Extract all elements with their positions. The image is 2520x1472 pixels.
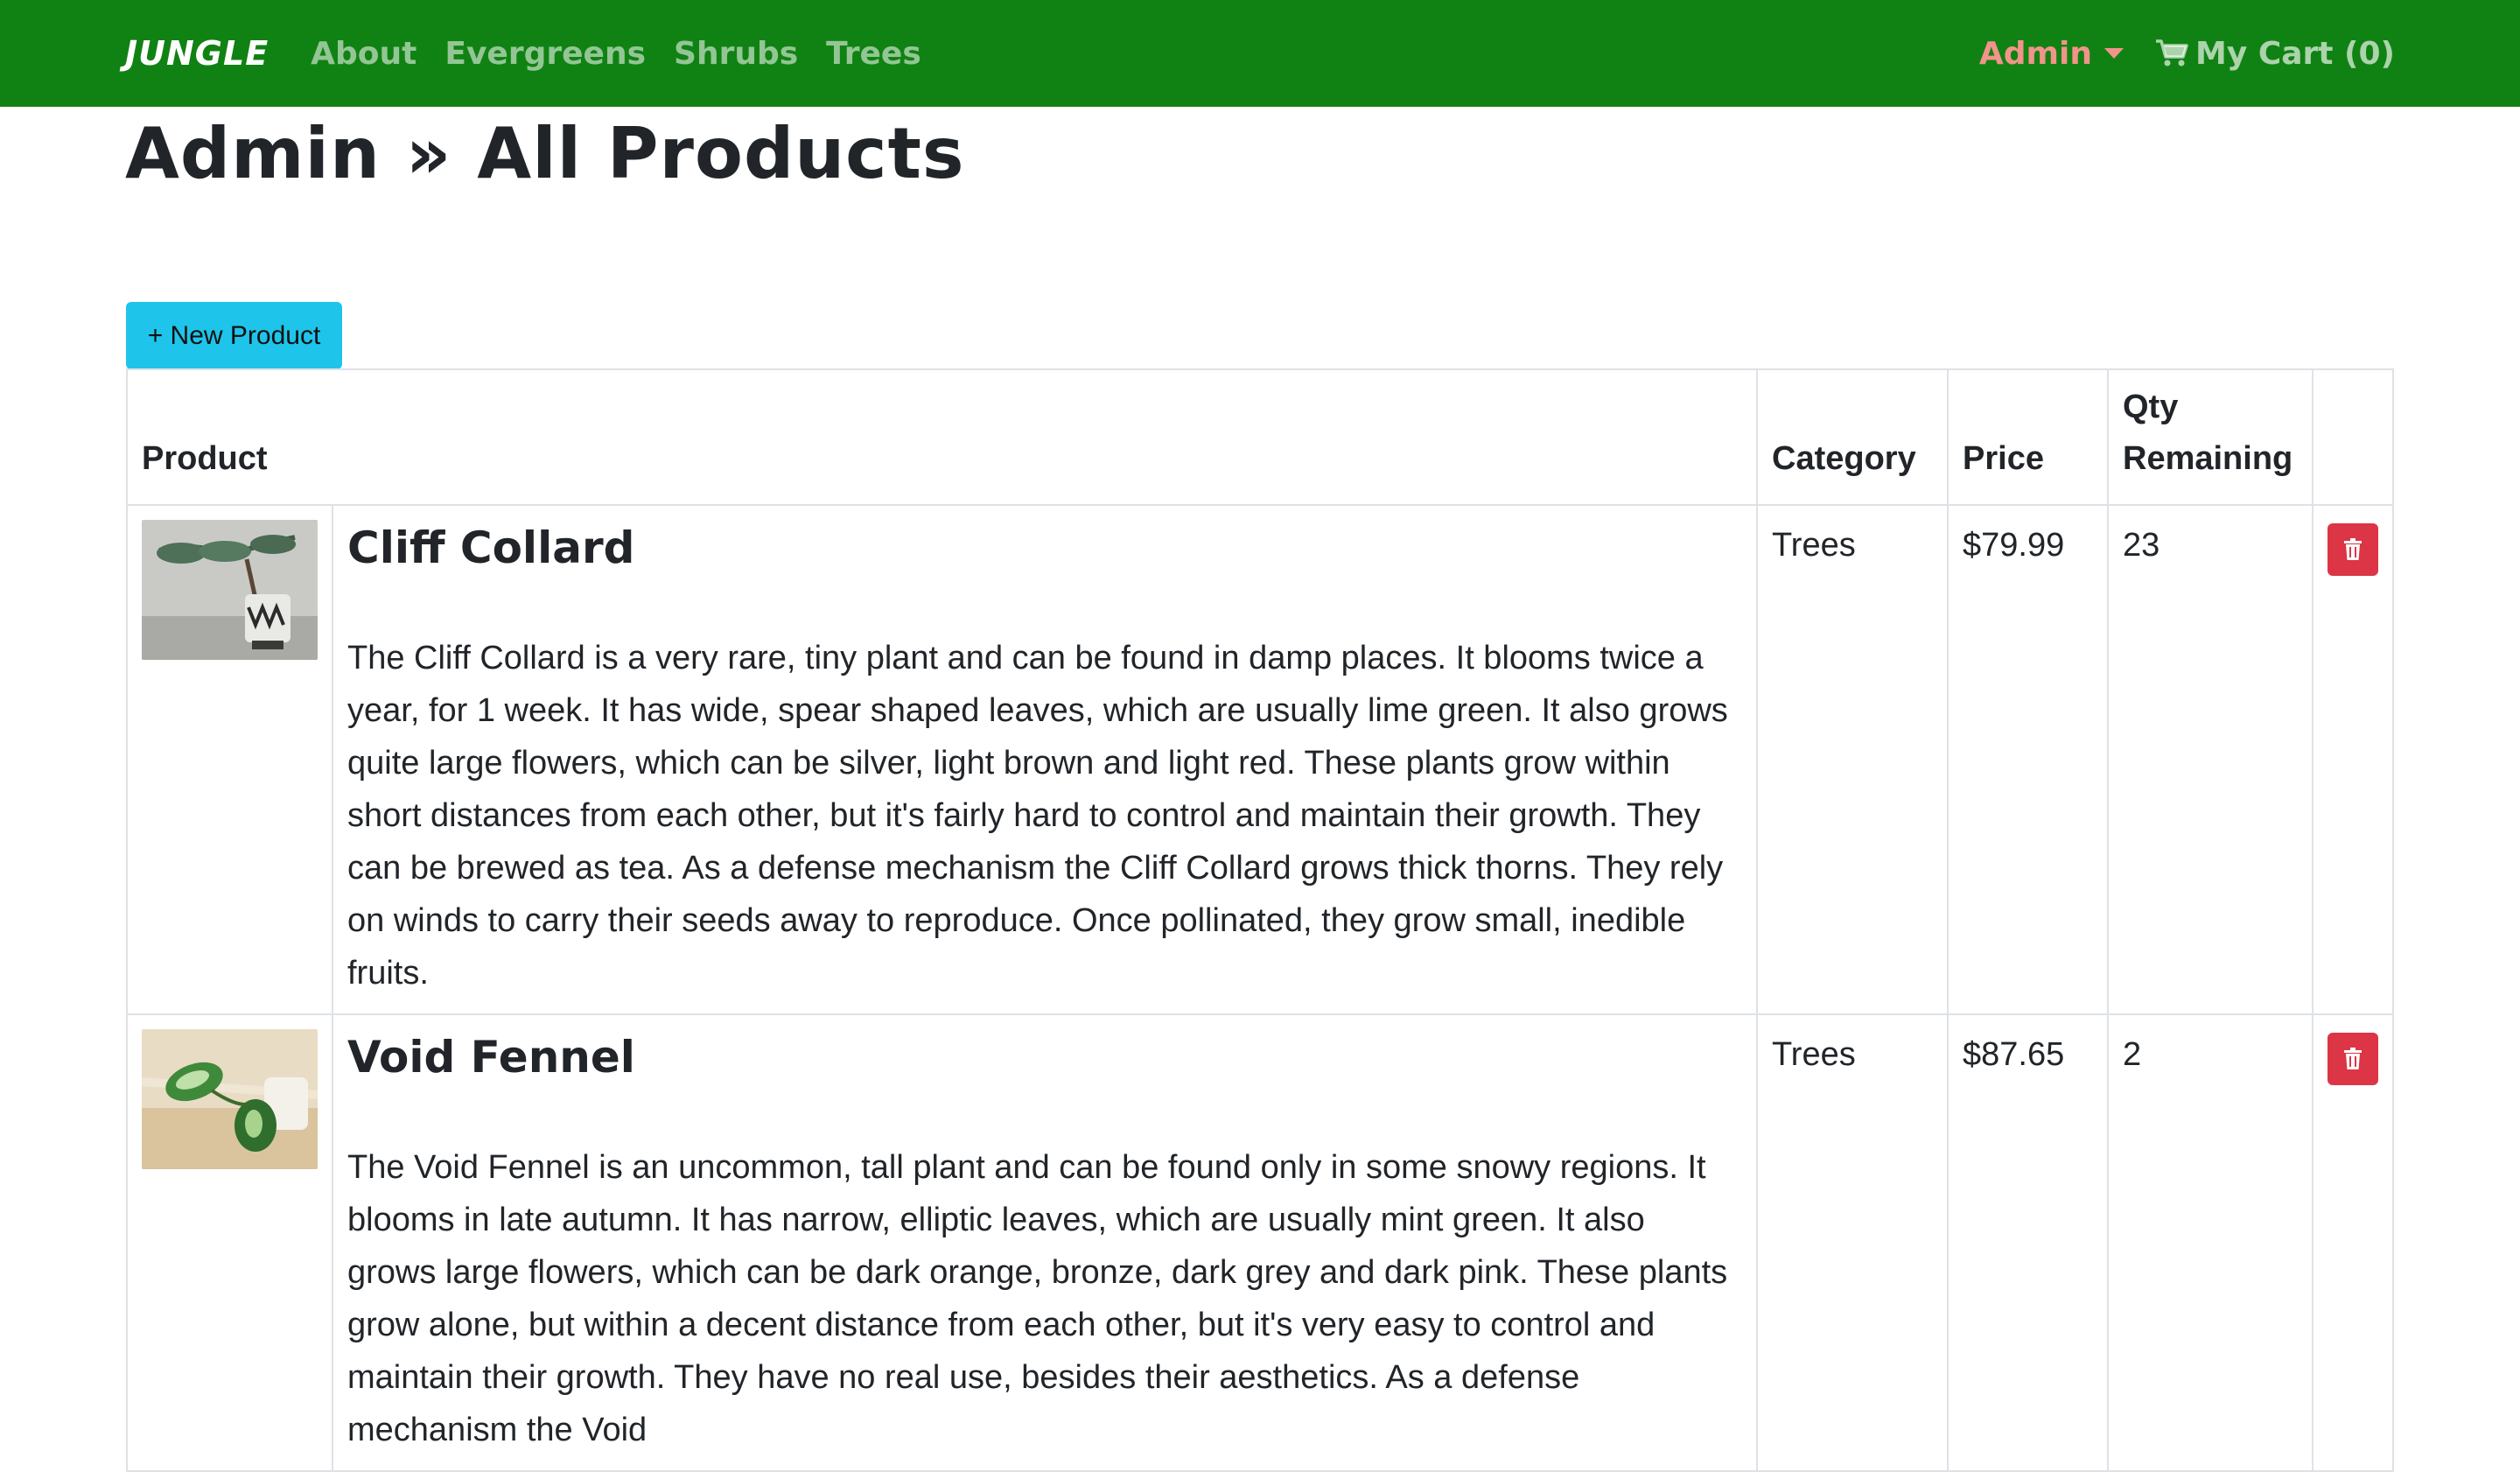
product-name: Void Fennel bbox=[347, 1032, 635, 1083]
page-title: Admin » All Products bbox=[125, 113, 965, 194]
trash-icon bbox=[2344, 538, 2362, 560]
table-header-row: Product Category Price Qty Remaining bbox=[126, 368, 2394, 506]
product-description: The Void Fennel is an uncommon, tall pla… bbox=[347, 1149, 1728, 1448]
thumbnail-cell bbox=[126, 1013, 333, 1472]
header-qty: Qty Remaining bbox=[2107, 368, 2314, 506]
product-name: Cliff Collard bbox=[347, 522, 635, 573]
top-navbar: JUNGLE About Evergreens Shrubs Trees Adm… bbox=[0, 0, 2520, 107]
header-product: Product bbox=[126, 368, 1758, 506]
nav-right: Admin My Cart (0) bbox=[1979, 36, 2395, 72]
product-info-cell: Void Fennel The Void Fennel is an uncomm… bbox=[332, 1013, 1758, 1472]
header-category: Category bbox=[1756, 368, 1949, 506]
admin-label: Admin bbox=[1978, 35, 2092, 72]
table-row: Cliff Collard The Cliff Collard is a ver… bbox=[126, 504, 2394, 1015]
cart-label: My Cart (0) bbox=[2195, 35, 2395, 72]
nav-link-shrubs[interactable]: Shrubs bbox=[674, 36, 798, 72]
product-description: The Cliff Collard is a very rare, tiny p… bbox=[347, 640, 1728, 992]
product-price: $79.99 bbox=[1947, 504, 2109, 1015]
cart-link[interactable]: My Cart (0) bbox=[2155, 36, 2395, 72]
product-category: Trees bbox=[1756, 1013, 1949, 1472]
product-price: $87.65 bbox=[1947, 1013, 2109, 1472]
shopping-cart-icon bbox=[2156, 39, 2188, 67]
brand-logo[interactable]: JUNGLE bbox=[125, 34, 269, 73]
nav-link-about[interactable]: About bbox=[311, 36, 416, 72]
delete-cell bbox=[2312, 1013, 2394, 1472]
delete-button[interactable] bbox=[2328, 1033, 2378, 1085]
product-category: Trees bbox=[1756, 504, 1949, 1015]
admin-dropdown[interactable]: Admin bbox=[1979, 36, 2124, 72]
new-product-button[interactable]: + New Product bbox=[126, 302, 342, 369]
trash-icon bbox=[2344, 1048, 2362, 1069]
product-image[interactable] bbox=[142, 1029, 318, 1169]
header-actions bbox=[2312, 368, 2394, 506]
delete-button[interactable] bbox=[2328, 523, 2378, 576]
chevron-down-icon bbox=[2104, 48, 2124, 59]
nav-links: About Evergreens Shrubs Trees bbox=[311, 36, 921, 72]
product-qty: 2 bbox=[2107, 1013, 2314, 1472]
thumbnail-cell bbox=[126, 504, 333, 1015]
header-price: Price bbox=[1947, 368, 2109, 506]
nav-link-trees[interactable]: Trees bbox=[826, 36, 921, 72]
table-row: Void Fennel The Void Fennel is an uncomm… bbox=[126, 1013, 2394, 1472]
delete-cell bbox=[2312, 504, 2394, 1015]
product-qty: 23 bbox=[2107, 504, 2314, 1015]
product-image[interactable] bbox=[142, 520, 318, 660]
nav-link-evergreens[interactable]: Evergreens bbox=[444, 36, 646, 72]
product-info-cell: Cliff Collard The Cliff Collard is a ver… bbox=[332, 504, 1758, 1015]
products-table: Product Category Price Qty Remaining Cli… bbox=[126, 368, 2394, 1472]
